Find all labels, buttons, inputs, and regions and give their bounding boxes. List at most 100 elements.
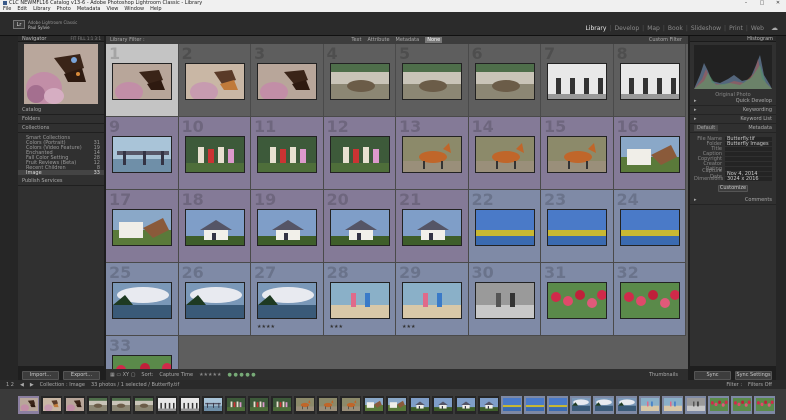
metadata-preset[interactable]: Default [694,125,719,131]
module-slideshow[interactable]: Slideshow [691,25,721,32]
catalog-section[interactable]: Catalog [18,106,104,115]
module-library[interactable]: Library [585,25,606,32]
folders-section[interactable]: Folders [18,115,104,124]
keyword-list-section[interactable]: ▸ Keyword List [690,115,776,124]
grid-cell[interactable]: 28 ★★★ [323,263,396,336]
filmstrip-thumbnail[interactable] [248,395,269,414]
metadata-value[interactable] [725,156,772,161]
photo-thumbnail[interactable] [329,136,390,173]
grid-cell[interactable]: 29 ★★★ [396,263,469,336]
grid-cell[interactable]: 7 [541,44,614,117]
filmstrip-thumbnail[interactable] [455,395,476,414]
filmstrip-thumbnail[interactable] [179,395,200,414]
grid-cell[interactable]: 15 [541,117,614,190]
module-develop[interactable]: Develop [614,25,639,32]
metadata-value[interactable]: Butterfly.tif [725,136,772,141]
grid-cell[interactable]: 6 [468,44,541,117]
grid-cell[interactable]: 14 [468,117,541,190]
grid-cell[interactable]: 30 [468,263,541,336]
filmstrip-thumbnail[interactable] [156,395,177,414]
filter-text[interactable]: Text [351,37,361,43]
photo-thumbnail[interactable] [184,282,245,319]
filmstrip-filter-select[interactable]: Filters Off [748,382,772,388]
grid-cell[interactable]: 24 [613,190,686,263]
photo-thumbnail[interactable] [112,355,172,369]
custom-filter[interactable]: Custom Filter [649,37,682,43]
collections-section[interactable]: Collections [18,124,104,133]
color-label-filter[interactable]: ● ● ● ● ● [228,372,256,378]
navigator-preview[interactable] [24,44,100,104]
filmstrip-thumbnail[interactable] [271,395,292,414]
photo-thumbnail[interactable] [257,209,317,246]
filmstrip-thumbnail[interactable] [409,395,430,414]
filmstrip-thumbnail[interactable] [593,395,614,414]
grid-cell[interactable]: 27 ★★★★ [251,263,324,336]
photo-thumbnail[interactable] [619,282,680,319]
photo-thumbnail[interactable] [619,209,680,246]
filmstrip-thumbnail[interactable] [570,395,591,414]
collection-item-selected[interactable]: Image 33 [18,170,104,176]
grid-cell[interactable]: 22 [468,190,541,263]
photo-thumbnail[interactable] [257,282,317,319]
filter-none[interactable]: None [425,37,443,43]
grid-cell[interactable]: 33 [106,336,179,369]
module-book[interactable]: Book [668,25,683,32]
filmstrip-thumbnail[interactable] [547,395,568,414]
module-web[interactable]: Web [751,25,764,32]
photo-thumbnail[interactable] [474,136,535,173]
grid-cell[interactable]: 10 [178,117,251,190]
filmstrip-thumbnail[interactable] [110,395,131,414]
photo-thumbnail[interactable] [184,136,245,173]
grid-cell[interactable]: 12 [323,117,396,190]
metadata-section[interactable]: Default Metadata [690,124,776,133]
photo-thumbnail[interactable] [474,209,535,246]
filmstrip-thumbnail[interactable] [202,395,223,414]
photo-thumbnail[interactable] [619,136,680,173]
histogram-header[interactable]: Histogram [690,36,776,42]
metadata-value[interactable] [725,161,772,166]
photo-thumbnail[interactable] [184,209,245,246]
page-indicator[interactable]: 1 2 [6,382,14,388]
filmstrip-thumbnail[interactable] [64,395,85,414]
filmstrip-thumbnail[interactable] [225,395,246,414]
grid-cell[interactable]: 4 [323,44,396,117]
grid-cell[interactable]: 25 [106,263,179,336]
filmstrip-thumbnail[interactable] [478,395,499,414]
grid-cell[interactable]: 18 [178,190,251,263]
photo-thumbnail[interactable] [402,282,462,319]
filmstrip-thumbnail[interactable] [639,395,660,414]
back-arrow-icon[interactable]: ◀ [20,382,24,388]
filmstrip-thumbnail[interactable] [754,395,775,414]
photo-thumbnail[interactable] [474,282,535,319]
cloud-icon[interactable]: ☁ [771,24,778,32]
metadata-value[interactable] [725,166,772,171]
filmstrip-thumbnail[interactable] [685,395,706,414]
view-mode-icons[interactable]: ▦ ▭ XY ▢ [110,372,135,378]
photo-thumbnail[interactable] [329,63,390,100]
grid-cell[interactable]: 21 [396,190,469,263]
customize-button[interactable]: Customize [718,185,748,192]
photo-thumbnail[interactable] [184,63,245,100]
rating-filter[interactable]: ★★★★★ [199,372,221,378]
photo-thumbnail[interactable] [257,63,317,100]
photo-thumbnail[interactable] [474,63,535,100]
grid-cell[interactable]: 5 [396,44,469,117]
publish-services-section[interactable]: Publish Services [18,177,104,186]
filmstrip-thumbnail[interactable] [731,395,752,414]
photo-thumbnail[interactable] [547,136,607,173]
filmstrip-thumbnail[interactable] [432,395,453,414]
module-map[interactable]: Map [647,25,660,32]
grid-cell[interactable]: 20 [323,190,396,263]
photo-thumbnail[interactable] [112,282,172,319]
filmstrip-thumbnail[interactable] [294,395,315,414]
grid-cell[interactable]: 17 [106,190,179,263]
grid-cell[interactable]: 19 [251,190,324,263]
import-button[interactable]: Import... [22,371,59,380]
photo-thumbnail[interactable] [257,136,317,173]
grid-cell[interactable]: 11 [251,117,324,190]
grid-cell[interactable]: 8 [613,44,686,117]
photo-thumbnail[interactable] [112,209,172,246]
filmstrip-thumbnail[interactable] [616,395,637,414]
metadata-value[interactable]: Nov 4, 2014 [725,171,772,176]
filmstrip-thumbnail[interactable] [524,395,545,414]
